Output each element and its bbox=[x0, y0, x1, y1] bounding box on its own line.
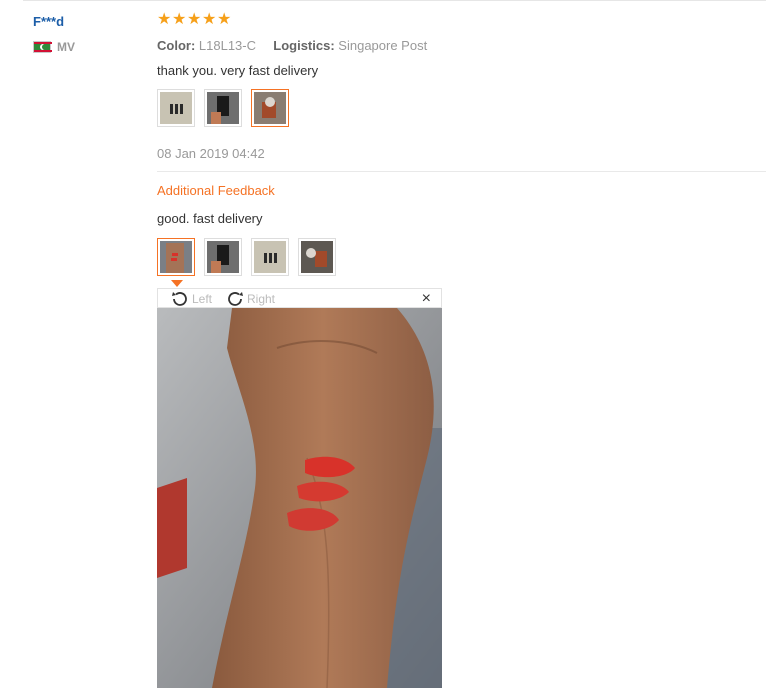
review-date: 08 Jan 2019 04:42 bbox=[157, 146, 265, 161]
enlarged-review-photo bbox=[157, 308, 442, 688]
close-icon[interactable]: × bbox=[422, 290, 431, 308]
review-photo-thumbnail[interactable] bbox=[251, 89, 289, 127]
logistics-value: Singapore Post bbox=[338, 38, 428, 53]
country-code: MV bbox=[57, 40, 75, 54]
flag-icon bbox=[33, 41, 52, 53]
selected-thumbnail-caret bbox=[171, 280, 183, 287]
review-text: thank you. very fast delivery bbox=[157, 63, 319, 78]
star-icon: ★ bbox=[157, 11, 172, 28]
additional-feedback-text: good. fast delivery bbox=[157, 211, 263, 226]
image-viewer-toolbar: Left Right × bbox=[157, 288, 442, 308]
logistics-label: Logistics: bbox=[273, 38, 335, 53]
rotate-right-button[interactable]: Right bbox=[225, 289, 275, 309]
star-icon: ★ bbox=[217, 11, 232, 28]
product-attributes: Color: L18L13-C Logistics: Singapore Pos… bbox=[157, 38, 427, 53]
additional-photo-thumbnail[interactable] bbox=[251, 238, 289, 276]
additional-photo-thumbnail[interactable] bbox=[157, 238, 195, 276]
star-icon: ★ bbox=[172, 11, 187, 28]
review-photo-thumbnail[interactable] bbox=[204, 89, 242, 127]
review-photo-thumbnail[interactable] bbox=[157, 89, 195, 127]
color-label: Color: bbox=[157, 38, 196, 53]
star-rating: ★ ★ ★ ★ ★ bbox=[157, 11, 232, 28]
user-country: MV bbox=[33, 40, 75, 54]
additional-feedback-title: Additional Feedback bbox=[157, 183, 275, 198]
top-divider bbox=[23, 0, 766, 1]
color-value: L18L13-C bbox=[198, 38, 257, 53]
user-name[interactable]: F***d bbox=[33, 14, 64, 29]
rotate-left-button[interactable]: Left bbox=[170, 289, 212, 309]
additional-thumbnails bbox=[157, 238, 336, 276]
rotate-left-icon bbox=[170, 289, 190, 309]
rotate-left-label: Left bbox=[192, 292, 213, 306]
additional-photo-thumbnail[interactable] bbox=[298, 238, 336, 276]
section-divider bbox=[157, 171, 766, 172]
rotate-right-icon bbox=[225, 289, 245, 309]
star-icon: ★ bbox=[202, 11, 217, 28]
star-icon: ★ bbox=[187, 11, 202, 28]
review-thumbnails bbox=[157, 89, 289, 127]
rotate-right-label: Right bbox=[247, 292, 276, 306]
additional-photo-thumbnail[interactable] bbox=[204, 238, 242, 276]
